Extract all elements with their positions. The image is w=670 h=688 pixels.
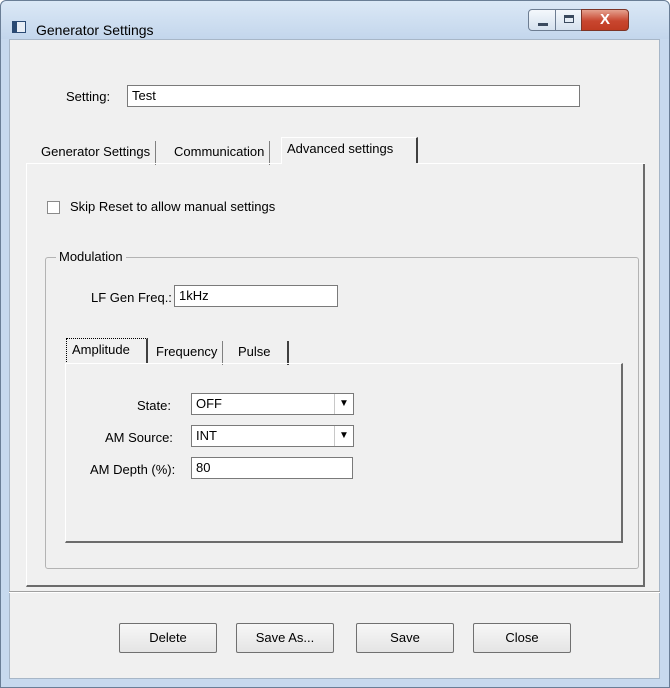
tab-generator-settings[interactable]: Generator Settings (36, 141, 157, 165)
setting-label: Setting: (66, 89, 111, 104)
panel-top-edge (26, 163, 282, 164)
setting-name-value: Test (132, 88, 156, 103)
lf-gen-freq-input[interactable]: 1kHz (174, 285, 338, 307)
lf-gen-freq-value: 1kHz (179, 288, 209, 303)
am-depth-value: 80 (196, 460, 211, 475)
save-button[interactable]: Save (356, 623, 454, 653)
window-title: Generator Settings (36, 22, 154, 38)
am-depth-label: AM Depth (%): (90, 462, 176, 477)
dropdown-arrow-icon[interactable]: ▼ (334, 426, 353, 446)
amplitude-panel (65, 363, 623, 543)
skip-reset-label: Skip Reset to allow manual settings (70, 199, 276, 214)
state-select[interactable]: OFF ▼ (191, 393, 354, 415)
skip-reset-checkbox[interactable] (47, 201, 60, 214)
subtab-frequency[interactable]: Frequency (151, 341, 224, 365)
panel-top-edge-right (418, 163, 645, 164)
save-as-button[interactable]: Save As... (236, 623, 334, 653)
dropdown-arrow-icon[interactable]: ▼ (334, 394, 353, 414)
delete-button[interactable]: Delete (119, 623, 217, 653)
subtab-amplitude[interactable]: Amplitude (66, 338, 148, 364)
app-icon (12, 21, 26, 33)
state-value: OFF (196, 396, 222, 411)
close-window-button[interactable]: X (581, 9, 629, 31)
title-bar[interactable]: Generator Settings X (1, 1, 669, 39)
close-button[interactable]: Close (473, 623, 571, 653)
tab-communication[interactable]: Communication (169, 141, 271, 165)
generator-settings-window: Generator Settings X Setting: Test Gener… (0, 0, 670, 688)
button-divider (9, 591, 660, 593)
minimize-button[interactable] (528, 9, 556, 31)
am-depth-input[interactable]: 80 (191, 457, 353, 479)
maximize-button[interactable] (555, 9, 582, 31)
setting-name-input[interactable]: Test (127, 85, 580, 107)
state-label: State: (137, 398, 171, 413)
am-source-value: INT (196, 428, 217, 443)
tab-advanced-settings[interactable]: Advanced settings (281, 137, 418, 163)
am-source-select[interactable]: INT ▼ (191, 425, 354, 447)
close-icon: X (599, 11, 610, 28)
am-source-label: AM Source: (105, 430, 173, 445)
modulation-group-title: Modulation (56, 249, 126, 264)
subtab-pulse[interactable]: Pulse (233, 341, 289, 365)
lf-gen-freq-label: LF Gen Freq.: (91, 290, 172, 305)
